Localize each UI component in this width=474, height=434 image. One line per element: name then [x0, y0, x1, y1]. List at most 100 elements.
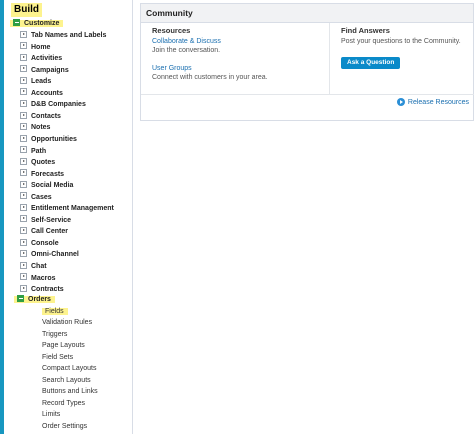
expand-arrow-icon[interactable] — [20, 42, 27, 50]
expand-arrow-icon[interactable] — [20, 203, 27, 211]
orders-child-link[interactable]: Order Settings — [42, 421, 87, 433]
expand-arrow-icon[interactable] — [20, 111, 27, 119]
orders-child-label: Triggers — [42, 330, 68, 338]
resources-column: Resources Collaborate & Discuss Join the… — [141, 23, 330, 95]
orders-child-label: Field Sets — [42, 353, 74, 361]
customize-item-label: Notes — [31, 124, 51, 132]
customize-item[interactable]: Quotes — [20, 157, 55, 169]
ask-question-button[interactable]: Ask a Question — [341, 57, 401, 69]
orders-child-label: Buttons and Links — [42, 388, 98, 396]
customize-item-label: Accounts — [31, 89, 63, 97]
customize-item[interactable]: Macros — [20, 273, 56, 285]
customize-item-label: Home — [31, 43, 51, 51]
expand-arrow-icon[interactable] — [20, 157, 27, 165]
customize-item-label: Contacts — [31, 112, 61, 120]
customize-item[interactable]: Call Center — [20, 226, 68, 238]
customize-item-label: Tab Names and Labels — [31, 32, 107, 39]
expand-arrow-icon[interactable] — [20, 180, 27, 188]
orders-fields-link[interactable]: Fields — [42, 306, 68, 318]
expand-arrow-icon[interactable] — [20, 65, 27, 73]
customize-item-label: Social Media — [31, 182, 74, 190]
customize-item[interactable]: Accounts — [20, 88, 63, 100]
expand-arrow-icon[interactable] — [20, 30, 27, 38]
release-resources-link[interactable]: Release Resources — [396, 98, 469, 106]
user-groups-link[interactable]: User Groups — [152, 65, 192, 72]
expand-arrow-icon[interactable] — [20, 169, 27, 177]
expand-arrow-icon[interactable] — [20, 273, 27, 281]
orders-child-label: Record Types — [42, 399, 86, 407]
expand-arrow-icon[interactable] — [20, 284, 27, 292]
orders-node[interactable]: Orders — [14, 294, 55, 306]
customize-item[interactable]: Leads — [20, 76, 51, 88]
find-answers-title: Find Answers — [341, 26, 390, 35]
orders-child-link[interactable]: Compact Layouts — [42, 363, 96, 375]
customize-item-label: Call Center — [31, 228, 68, 236]
expand-arrow-icon[interactable] — [20, 215, 27, 223]
expand-arrow-icon[interactable] — [20, 76, 27, 84]
expand-arrow-icon[interactable] — [20, 227, 27, 234]
build-section-title: Build — [11, 3, 42, 17]
expand-arrow-icon[interactable] — [20, 53, 27, 61]
customize-item[interactable]: Opportunities — [20, 134, 77, 146]
collapse-icon[interactable] — [13, 18, 20, 26]
customize-item[interactable]: Cases — [20, 192, 52, 204]
user-groups-description: Connect with customers in your area. — [152, 74, 268, 81]
customize-item-label: Cases — [31, 193, 52, 201]
orders-child-label: Fields — [42, 308, 68, 315]
customize-item[interactable]: Campaigns — [20, 65, 69, 77]
customize-item-label: Console — [31, 239, 59, 247]
play-icon — [396, 98, 405, 106]
customize-item[interactable]: Omni-Channel — [20, 249, 79, 261]
customize-item-label: Opportunities — [31, 135, 77, 143]
orders-child-link[interactable]: Record Types — [42, 398, 85, 410]
customize-item[interactable]: Notes — [20, 122, 50, 134]
customize-label: Customize — [24, 20, 60, 27]
find-answers-column: Find Answers Post your questions to the … — [330, 23, 474, 95]
customize-item-label: Leads — [31, 78, 52, 86]
find-answers-description: Post your questions to the Community. — [341, 38, 461, 45]
customize-item[interactable]: Entitlement Management — [20, 203, 114, 215]
customize-item[interactable]: Tab Names and Labels — [20, 30, 106, 42]
expand-arrow-icon[interactable] — [20, 146, 27, 154]
expand-arrow-icon[interactable] — [20, 134, 27, 142]
orders-child-label: Compact Layouts — [42, 365, 97, 373]
customize-item[interactable]: Console — [20, 238, 59, 250]
customize-node[interactable]: Customize — [10, 18, 64, 30]
customize-item[interactable]: Chat — [20, 261, 47, 273]
customize-item-label: Contracts — [31, 286, 64, 294]
expand-arrow-icon[interactable] — [20, 123, 27, 131]
collapse-icon[interactable] — [17, 294, 24, 302]
collaborate-discuss-link[interactable]: Collaborate & Discuss — [152, 38, 221, 45]
community-card: Community Resources Collaborate & Discus… — [140, 3, 474, 121]
orders-child-link[interactable]: Buttons and Links — [42, 386, 98, 398]
orders-child-link[interactable]: Search Layouts — [42, 375, 91, 387]
customize-item[interactable]: Activities — [20, 53, 62, 65]
expand-arrow-icon[interactable] — [20, 99, 27, 107]
expand-arrow-icon[interactable] — [20, 250, 27, 258]
orders-child-label: Order Settings — [42, 422, 88, 430]
customize-item[interactable]: Contacts — [20, 111, 61, 123]
orders-child-link[interactable]: Field Sets — [42, 352, 73, 364]
expand-arrow-icon[interactable] — [20, 261, 27, 269]
customize-item-label: Forecasts — [31, 170, 65, 178]
orders-label: Orders — [28, 296, 51, 303]
orders-child-link[interactable]: Limits — [42, 409, 60, 421]
collaborate-discuss-description: Join the conversation. — [152, 47, 221, 54]
customize-item-label: Macros — [31, 274, 56, 282]
expand-arrow-icon[interactable] — [20, 192, 27, 200]
customize-item-label: Path — [31, 147, 47, 155]
customize-item[interactable]: Social Media — [20, 180, 73, 192]
orders-child-link[interactable]: Triggers — [42, 329, 67, 341]
customize-item[interactable]: Path — [20, 146, 46, 158]
orders-child-link[interactable]: Validation Rules — [42, 317, 92, 329]
customize-item[interactable]: Self-Service — [20, 215, 71, 227]
sidebar-divider — [132, 0, 133, 434]
expand-arrow-icon[interactable] — [20, 88, 27, 96]
customize-item[interactable]: Forecasts — [20, 169, 64, 181]
customize-item[interactable]: Home — [20, 42, 50, 54]
expand-arrow-icon[interactable] — [20, 238, 27, 246]
customize-item[interactable]: D&B Companies — [20, 99, 86, 111]
resources-title: Resources — [152, 26, 191, 35]
orders-child-link[interactable]: Page Layouts — [42, 340, 85, 352]
customize-item-label: Activities — [31, 55, 63, 63]
